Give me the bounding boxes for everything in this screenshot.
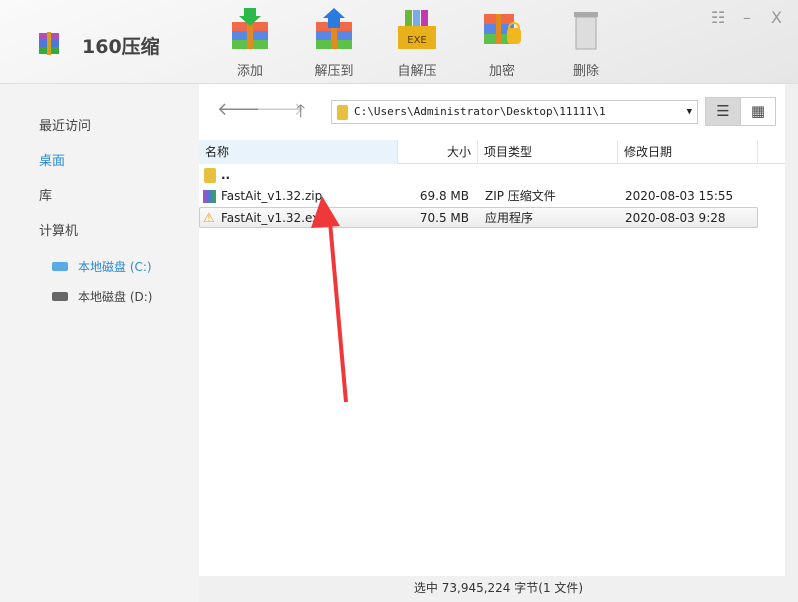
add-label: 添加 (236, 64, 263, 79)
svg-text:EXE: EXE (407, 35, 427, 46)
sidebar-item-library[interactable]: 库 (39, 185, 52, 204)
file-row[interactable]: FastAit_v1.32.zip 69.8 MB ZIP 压缩文件 2020-… (199, 186, 758, 207)
add-archive-icon (232, 8, 268, 49)
drive-icon (52, 262, 68, 271)
drive-icon (52, 292, 68, 301)
add-button[interactable]: 添加 (220, 8, 280, 79)
delete-button[interactable]: 删除 (556, 8, 616, 79)
sidebar-drive-d[interactable]: 本地磁盘 (D:) (52, 288, 152, 305)
minimize-button[interactable]: – (743, 8, 751, 27)
extract-to-button[interactable]: 解压到 (304, 8, 364, 79)
encrypt-lock-icon (484, 14, 521, 44)
file-row-selected[interactable]: ⚠ FastAit_v1.32.exe 70.5 MB 应用程序 2020-08… (199, 207, 758, 228)
sidebar-item-recent[interactable]: 最近访问 (39, 115, 91, 134)
zip-archive-icon (203, 190, 216, 203)
column-size[interactable]: 大小 (398, 140, 478, 164)
sidebar-item-computer[interactable]: 计算机 (39, 220, 78, 239)
encrypt-button[interactable]: 加密 (472, 8, 532, 79)
grid-view-button[interactable]: ▦ (740, 97, 776, 126)
address-bar[interactable]: C:\Users\Administrator\Desktop\11111\1 ▼ (331, 100, 698, 124)
extract-to-icon (316, 8, 352, 49)
menu-icon[interactable]: ☷ (711, 8, 725, 27)
column-date[interactable]: 修改日期 (618, 140, 758, 164)
list-view-button[interactable]: ☰ (705, 97, 741, 126)
trash-icon (574, 12, 598, 50)
encrypt-label: 加密 (488, 64, 515, 79)
folder-icon (204, 168, 216, 183)
folder-icon (337, 105, 348, 120)
file-pane: 🡐 🡒 🡑 C:\Users\Administrator\Desktop\111… (199, 84, 785, 576)
column-name[interactable]: 名称 (199, 140, 398, 164)
self-extract-button[interactable]: EXE 自解压 (387, 8, 447, 79)
dropdown-icon[interactable]: ▼ (687, 101, 692, 123)
column-header: 名称 大小 项目类型 修改日期 (199, 140, 785, 164)
column-type[interactable]: 项目类型 (478, 140, 618, 164)
sidebar-item-desktop[interactable]: 桌面 (39, 150, 65, 169)
status-bar: 选中 73,945,224 字节(1 文件) (199, 576, 798, 602)
sidebar-drive-c[interactable]: 本地磁盘 (C:) (52, 258, 152, 275)
self-extract-label: 自解压 (397, 64, 437, 79)
self-extract-exe-icon: EXE (398, 10, 436, 49)
title-toolbar: 160压缩 添加 解压到 EXE 自解压 加密 删除 ☷ – X (0, 0, 798, 84)
scrollbar[interactable] (785, 84, 798, 576)
app-logo-icon (39, 32, 59, 55)
exe-app-icon: ⚠ (203, 211, 215, 226)
close-button[interactable]: X (771, 8, 782, 27)
sidebar: 最近访问 桌面 库 计算机 本地磁盘 (C:) 本地磁盘 (D:) (0, 84, 199, 602)
app-title: 160压缩 (82, 36, 160, 58)
up-button[interactable]: 🡑 (296, 99, 305, 129)
delete-label: 删除 (572, 64, 599, 79)
extract-to-label: 解压到 (314, 64, 354, 79)
file-row-parent[interactable]: .. (199, 165, 758, 186)
